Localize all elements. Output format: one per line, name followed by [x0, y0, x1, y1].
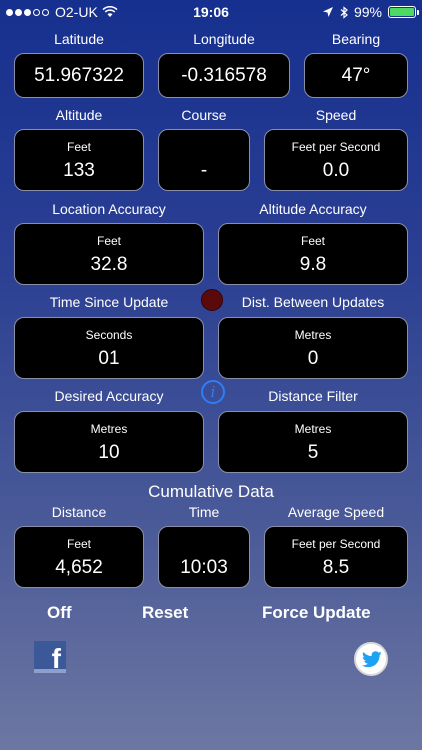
desired-accuracy-label: Desired Accuracy — [54, 388, 164, 404]
location-accuracy-field: Feet 32.8 — [14, 223, 204, 285]
average-speed-label: Average Speed — [287, 504, 385, 520]
time-label: Time — [188, 504, 220, 520]
reset-button[interactable]: Reset — [142, 603, 188, 623]
time-since-update-unit: Seconds — [85, 328, 133, 342]
altitude-accuracy-label: Altitude Accuracy — [259, 201, 367, 217]
location-accuracy-label: Location Accuracy — [52, 201, 166, 217]
average-speed-value: 8.5 — [322, 557, 350, 578]
distance-unit: Feet — [66, 537, 91, 551]
bearing-value: 47° — [341, 65, 371, 86]
distance-field: Feet 4,652 — [14, 526, 144, 588]
average-speed-unit: Feet per Second — [291, 537, 381, 551]
dist-between-updates-value: 0 — [307, 348, 319, 369]
distance-label: Distance — [51, 504, 107, 520]
battery-icon — [388, 6, 419, 18]
distance-value: 4,652 — [55, 557, 103, 578]
course-label: Course — [181, 107, 227, 123]
status-right: 99% — [322, 4, 419, 20]
dist-between-updates-label: Dist. Between Updates — [241, 294, 385, 310]
desired-accuracy-unit: Metres — [90, 422, 128, 436]
longitude-field: -0.316578 — [158, 53, 290, 98]
longitude-value: -0.316578 — [181, 65, 267, 86]
battery-percent: 99% — [353, 4, 382, 20]
latitude-label: Latitude — [54, 31, 104, 47]
bluetooth-icon — [340, 5, 348, 19]
altitude-accuracy-value: 9.8 — [299, 254, 327, 275]
altitude-accuracy-field: Feet 9.8 — [218, 223, 408, 285]
altitude-label: Altitude — [55, 107, 103, 123]
course-value: - — [200, 160, 208, 181]
distance-filter-unit: Metres — [294, 422, 332, 436]
distance-filter-value: 5 — [307, 442, 319, 463]
location-accuracy-unit: Feet — [96, 234, 121, 248]
altitude-unit: Feet — [66, 140, 91, 154]
bearing-label: Bearing — [331, 31, 381, 47]
location-arrow-icon — [322, 7, 333, 17]
speed-value: 0.0 — [322, 160, 350, 181]
time-field: 10:03 — [158, 526, 250, 588]
longitude-label: Longitude — [193, 31, 255, 47]
desired-accuracy-field[interactable]: Metres 10 — [14, 411, 204, 473]
speed-field: Feet per Second 0.0 — [264, 129, 408, 191]
force-update-button[interactable]: Force Update — [262, 603, 371, 623]
facebook-icon[interactable]: f — [34, 641, 66, 673]
cumulative-data-title: Cumulative Data — [148, 482, 274, 501]
off-button[interactable]: Off — [47, 603, 72, 623]
distance-filter-label: Distance Filter — [268, 388, 358, 404]
latitude-value: 51.967322 — [34, 65, 124, 86]
time-since-update-label: Time Since Update — [49, 294, 169, 310]
altitude-accuracy-unit: Feet — [300, 234, 325, 248]
time-value: 10:03 — [180, 557, 228, 578]
dist-between-updates-field: Metres 0 — [218, 317, 408, 379]
location-accuracy-value: 32.8 — [90, 254, 128, 275]
latitude-field: 51.967322 — [14, 53, 144, 98]
time-since-update-field: Seconds 01 — [14, 317, 204, 379]
speed-unit: Feet per Second — [291, 140, 381, 154]
twitter-icon[interactable] — [354, 642, 388, 676]
altitude-field: Feet 133 — [14, 129, 144, 191]
average-speed-field: Feet per Second 8.5 — [264, 526, 408, 588]
desired-accuracy-value: 10 — [98, 442, 120, 463]
status-bar: O2-UK 19:06 99% — [0, 0, 422, 24]
speed-label: Speed — [315, 107, 357, 123]
dist-between-updates-unit: Metres — [294, 328, 332, 342]
time-since-update-value: 01 — [98, 348, 120, 369]
distance-filter-field[interactable]: Metres 5 — [218, 411, 408, 473]
course-field: - — [158, 129, 250, 191]
bearing-field: 47° — [304, 53, 408, 98]
altitude-value: 133 — [63, 160, 95, 181]
